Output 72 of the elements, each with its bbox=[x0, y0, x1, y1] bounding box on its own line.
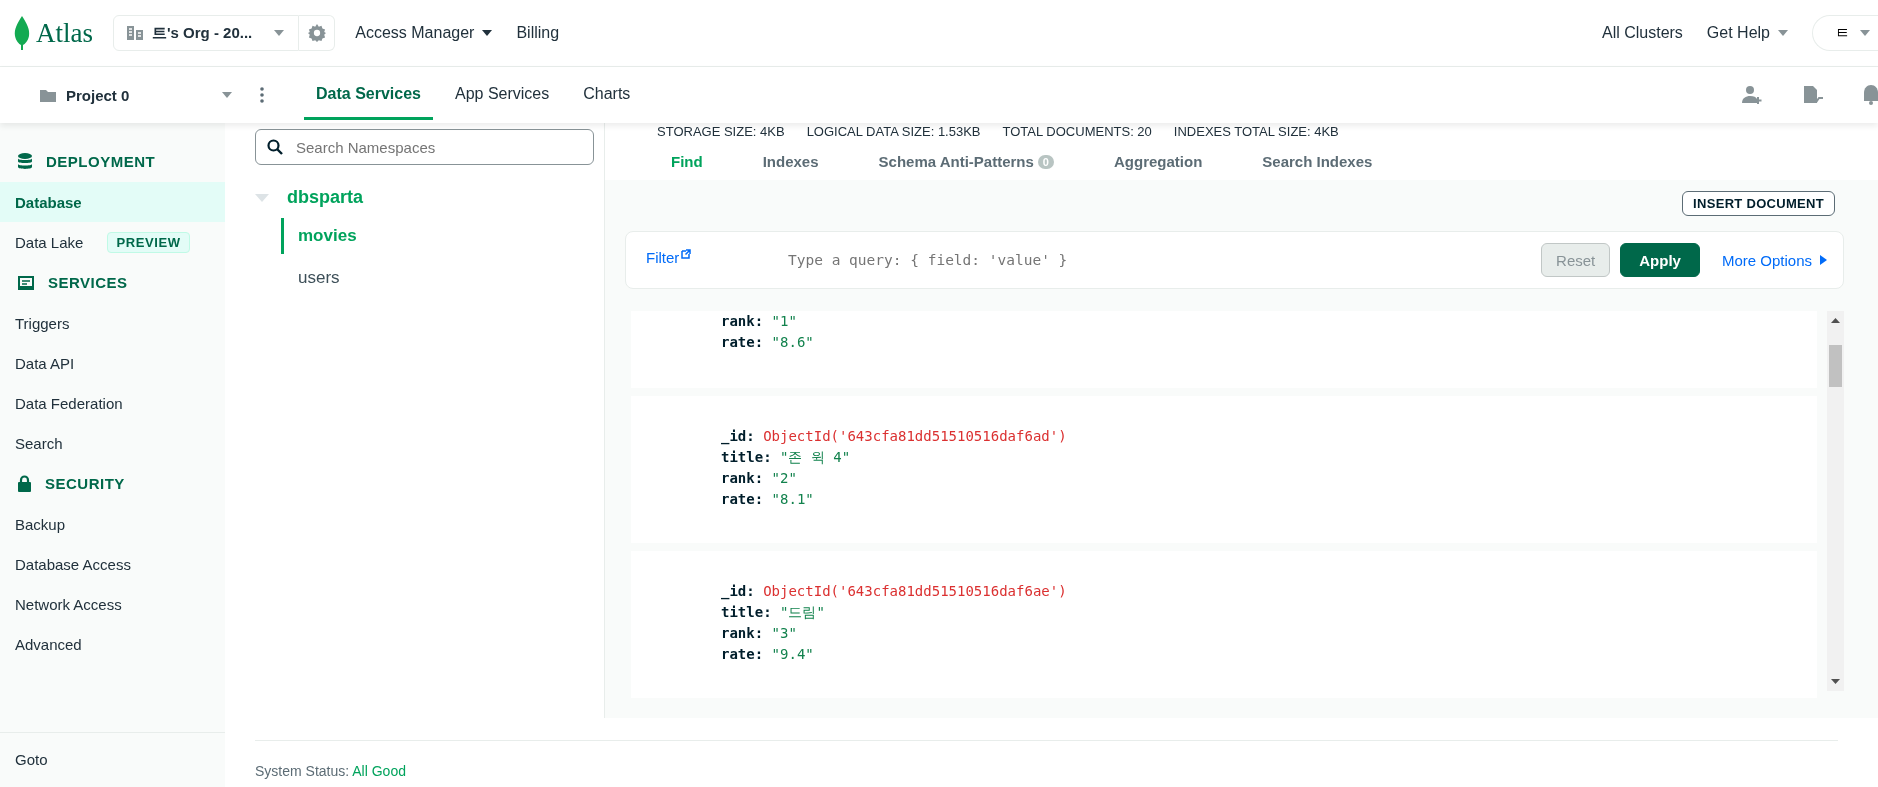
preview-badge: PREVIEW bbox=[107, 231, 190, 253]
document-field: title: "존 윅 4" bbox=[721, 447, 1817, 468]
database-icon bbox=[18, 153, 32, 170]
leaf-logo-icon bbox=[14, 16, 30, 50]
apply-button[interactable]: Apply bbox=[1620, 243, 1700, 277]
user-menu-button[interactable]: ㅌ bbox=[1812, 15, 1878, 51]
sidebar-item[interactable]: Advanced bbox=[0, 624, 225, 664]
stat-text: STORAGE SIZE: 4KB bbox=[657, 124, 785, 139]
sidebar-item-label[interactable]: Data Lake bbox=[15, 233, 84, 251]
service-tab[interactable]: Charts bbox=[571, 70, 643, 120]
document-field: rate: "8.6" bbox=[721, 332, 1817, 353]
external-link-icon bbox=[681, 248, 692, 259]
filter-link[interactable]: Filter bbox=[646, 248, 786, 266]
notification-bell-icon[interactable] bbox=[1864, 85, 1878, 105]
sidebar-item[interactable]: Data Federation bbox=[0, 383, 225, 423]
collection-tab[interactable]: Search Indexes bbox=[1232, 145, 1403, 180]
settings-button[interactable] bbox=[299, 15, 336, 51]
more-options-link[interactable]: More Options bbox=[1721, 251, 1827, 269]
org-selector[interactable]: 트's Org - 20... bbox=[113, 15, 300, 51]
sidebar-item[interactable]: Data API bbox=[0, 343, 225, 383]
lock-icon bbox=[18, 475, 31, 492]
nav-link[interactable]: Get Help bbox=[1706, 24, 1788, 42]
collection-item[interactable]: users bbox=[281, 260, 594, 296]
nav-link[interactable]: All Clusters bbox=[1601, 24, 1683, 42]
query-input-field[interactable]: Type a query: { field: 'value' } bbox=[786, 251, 1542, 269]
scrollbar-drawing[interactable] bbox=[1827, 311, 1844, 691]
service-tab[interactable]: App Services bbox=[442, 70, 562, 120]
collection-tab[interactable]: Indexes bbox=[732, 145, 849, 180]
sidebar-item[interactable]: Triggers bbox=[0, 303, 225, 343]
document-field: rate: "9.4" bbox=[721, 644, 1817, 665]
section-heading: SERVICES bbox=[0, 262, 225, 303]
folder-icon bbox=[40, 88, 56, 102]
sidebar-item[interactable]: Goto bbox=[0, 739, 225, 779]
screen-icon bbox=[18, 275, 34, 290]
stat-text: LOGICAL DATA SIZE: 1.53KB bbox=[806, 124, 981, 139]
search-field[interactable]: Search Namespaces bbox=[255, 129, 594, 165]
section-heading: SECURITY bbox=[0, 463, 225, 504]
caret-icon bbox=[1860, 30, 1870, 36]
document-field: rank: "1" bbox=[721, 311, 1817, 332]
sidebar-item[interactable]: Database bbox=[0, 182, 225, 222]
section-heading: DEPLOYMENT bbox=[0, 141, 225, 182]
stat-text: INDEXES TOTAL SIZE: 4KB bbox=[1173, 124, 1339, 139]
service-tab[interactable]: Data Services bbox=[304, 70, 433, 120]
sidebar-item[interactable]: Search bbox=[0, 423, 225, 463]
system-status-text: System Status: All Good bbox=[255, 740, 1838, 787]
document-field: _id: ObjectId('643cfa81dd51510516daf6ad') bbox=[721, 426, 1817, 447]
stat-text: TOTAL DOCUMENTS: 20 bbox=[1002, 124, 1152, 139]
sidebar-item[interactable]: Data Lake PREVIEW bbox=[0, 222, 225, 262]
collection-tab[interactable]: Schema Anti-Patterns 0 bbox=[848, 145, 1084, 180]
document-field: _id: ObjectId('643cfa81dd51510516daf6ae') bbox=[721, 581, 1817, 602]
nav-link[interactable]: Access Manager bbox=[355, 24, 493, 42]
document-field: rank: "3" bbox=[721, 623, 1817, 644]
building-icon bbox=[126, 25, 144, 41]
more-options-icon[interactable] bbox=[260, 87, 264, 103]
collection-tab[interactable]: Aggregation bbox=[1084, 145, 1233, 180]
document-field: rate: "8.1" bbox=[721, 489, 1817, 510]
project-selector[interactable]: Project 0 bbox=[40, 86, 232, 104]
insert-document-button[interactable]: INSERT DOCUMENT bbox=[1682, 191, 1835, 216]
sidebar-item[interactable]: Database Access bbox=[0, 544, 225, 584]
caret-icon bbox=[1820, 255, 1827, 265]
document-field: rank: "2" bbox=[721, 468, 1817, 489]
document-field: title: "드림" bbox=[721, 602, 1817, 623]
nav-link[interactable]: Billing bbox=[516, 24, 560, 42]
sidebar-item[interactable]: Network Access bbox=[0, 584, 225, 624]
caret-icon bbox=[222, 92, 232, 98]
caret-icon bbox=[274, 30, 285, 36]
gear-icon bbox=[307, 24, 326, 42]
add-user-icon[interactable] bbox=[1742, 85, 1762, 105]
sidebar-item[interactable]: Backup bbox=[0, 504, 225, 544]
search-icon bbox=[267, 139, 283, 155]
atlas-logo-text: Atlas bbox=[36, 17, 93, 49]
activity-document-icon[interactable] bbox=[1802, 84, 1824, 106]
